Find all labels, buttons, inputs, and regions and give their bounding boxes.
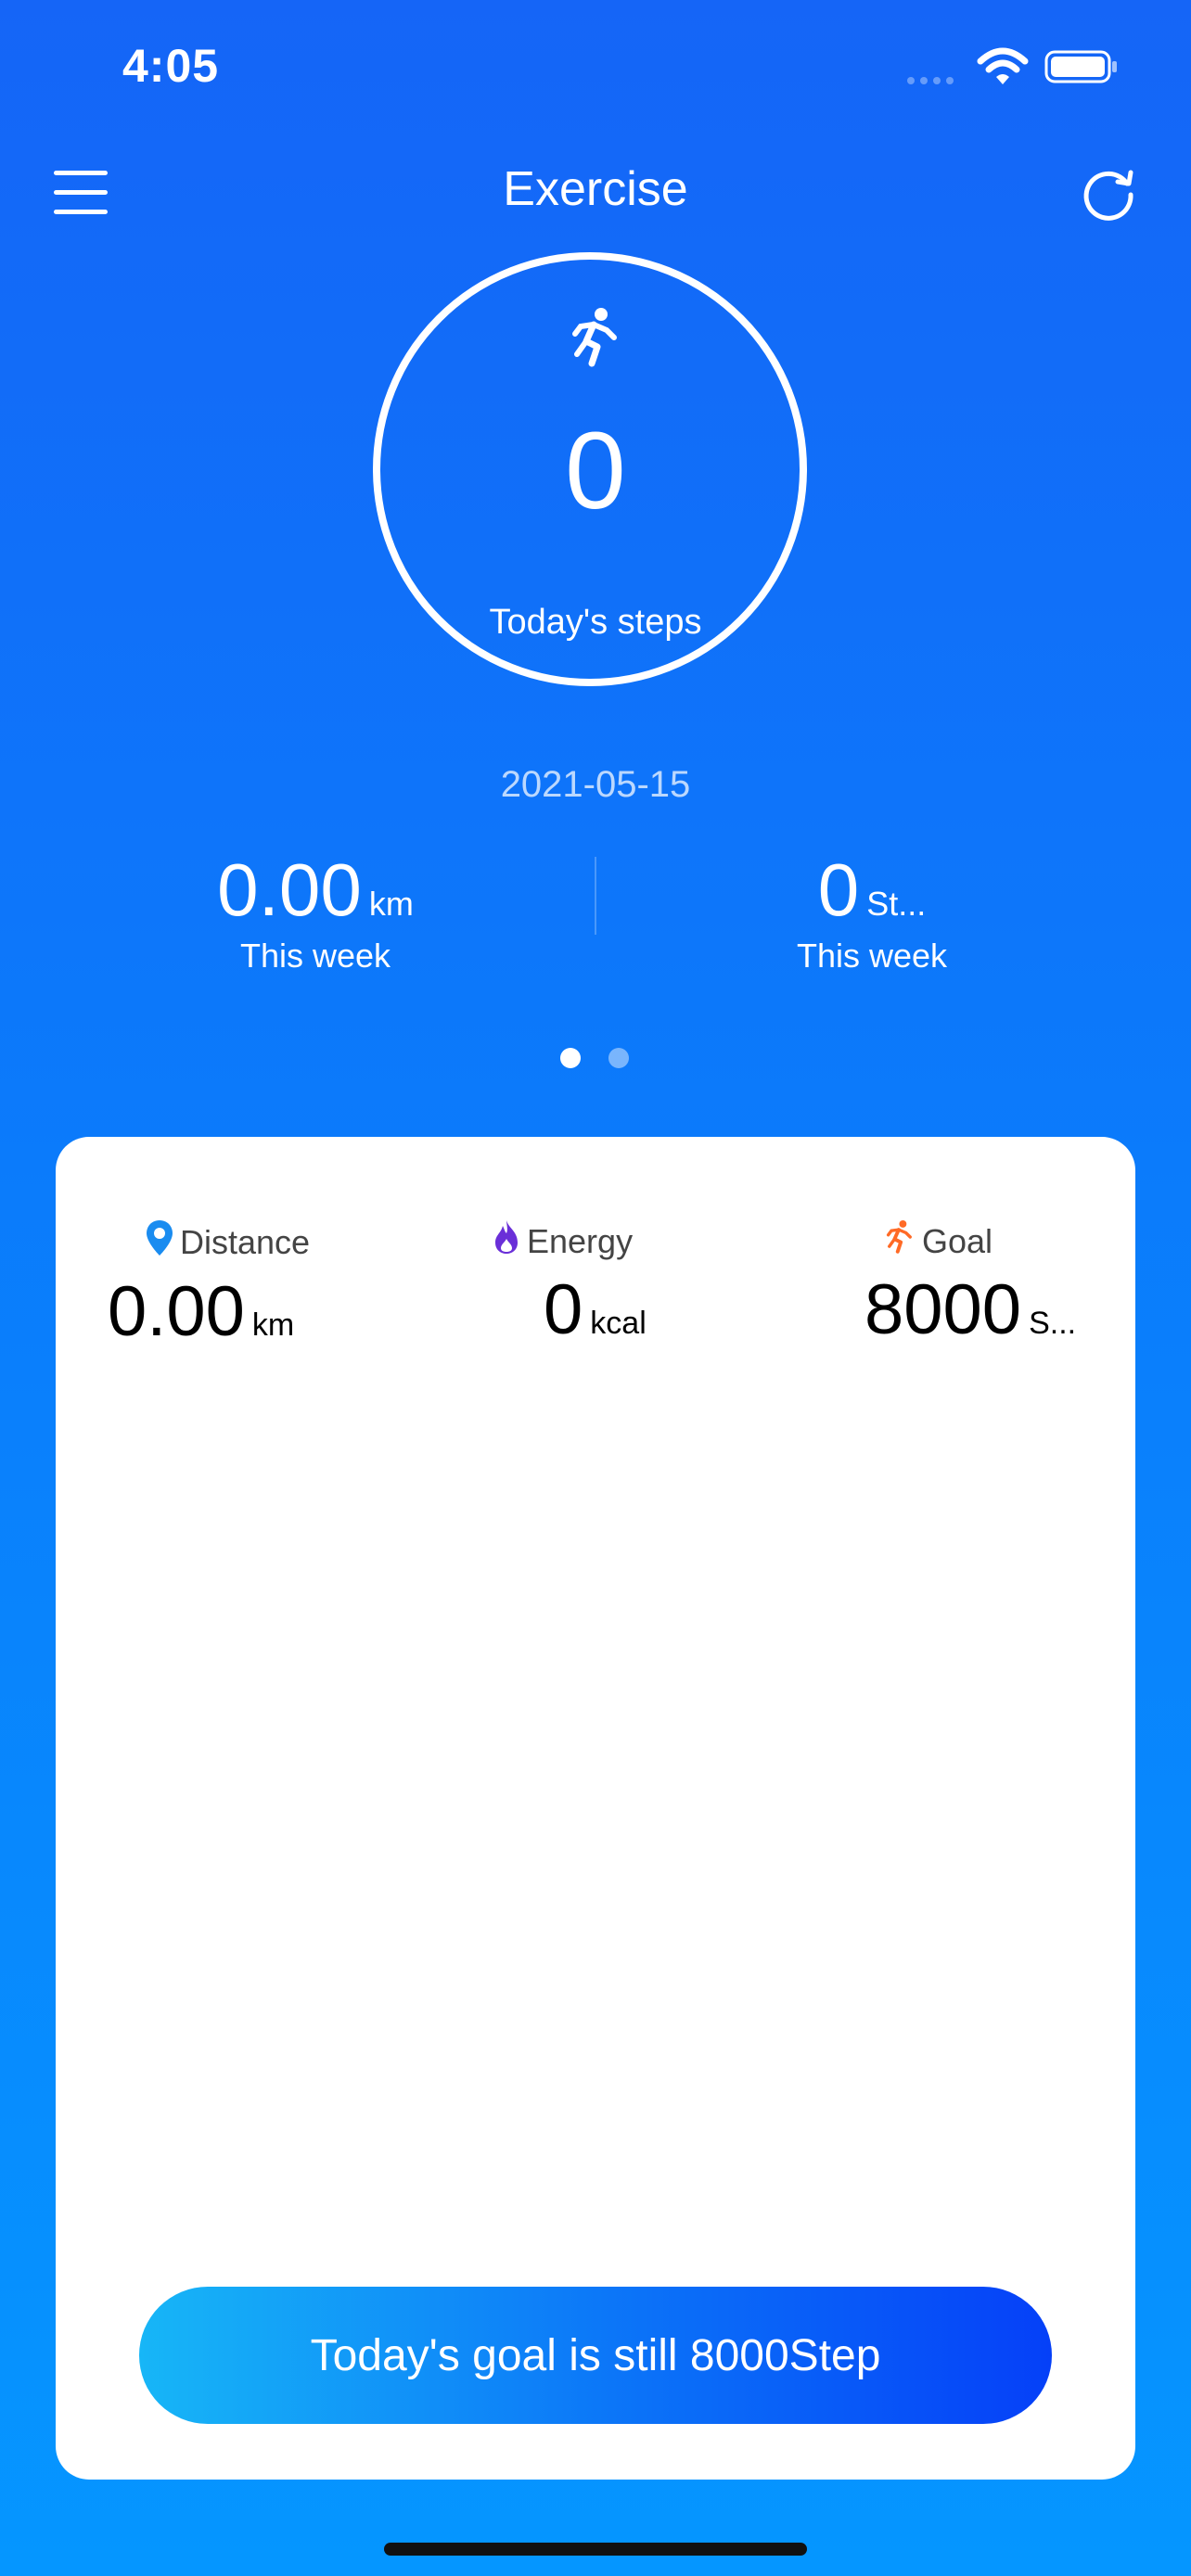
week-steps-label: This week — [796, 937, 948, 975]
metric-energy-value: 0 — [544, 1270, 583, 1349]
today-steps-label: Today's steps — [489, 603, 702, 642]
metric-energy: Energy 0 kcal — [492, 1218, 647, 1350]
page-indicator[interactable] — [560, 1048, 634, 1068]
cellular-signal-icon — [907, 72, 963, 84]
metrics-card: Distance 0.00 km Energy 0 kcal Goal 8000… — [56, 1137, 1135, 2480]
metric-energy-unit: kcal — [590, 1306, 647, 1341]
date-label: 2021-05-15 — [500, 764, 691, 805]
page-dot-1[interactable] — [560, 1048, 581, 1068]
refresh-icon[interactable] — [1079, 163, 1138, 223]
page-title: Exercise — [503, 162, 688, 216]
metric-distance: Distance 0.00 km — [108, 1218, 310, 1352]
metric-distance-unit: km — [251, 1307, 295, 1343]
flame-icon — [492, 1218, 521, 1264]
status-time: 4:05 — [122, 40, 220, 92]
battery-icon — [1044, 48, 1119, 85]
wifi-icon — [977, 46, 1029, 87]
today-steps-value: 0 — [565, 410, 626, 532]
runner-icon — [566, 306, 625, 369]
metric-distance-value: 0.00 — [108, 1272, 245, 1351]
goal-button[interactable]: Today's goal is still 8000Step — [139, 2287, 1052, 2424]
week-steps: 0 St... This week — [686, 848, 1057, 976]
week-distance-unit: km — [368, 885, 414, 923]
metric-goal-unit: S... — [1029, 1306, 1077, 1341]
week-distance-label: This week — [239, 937, 391, 975]
week-distance-value: 0.00 — [217, 848, 362, 931]
home-indicator — [384, 2543, 807, 2556]
metric-goal-label: Goal — [922, 1221, 993, 1260]
week-steps-value: 0 — [817, 848, 860, 931]
week-steps-unit: St... — [866, 885, 927, 923]
metric-distance-label: Distance — [180, 1222, 311, 1261]
runner-icon — [883, 1218, 916, 1264]
metric-goal: Goal 8000 S... — [864, 1218, 1076, 1350]
divider — [595, 857, 596, 935]
page-dot-2[interactable] — [608, 1048, 629, 1068]
metric-goal-value: 8000 — [864, 1270, 1022, 1349]
metric-energy-label: Energy — [527, 1221, 634, 1260]
week-distance: 0.00 km This week — [130, 848, 501, 976]
location-pin-icon — [145, 1218, 174, 1266]
